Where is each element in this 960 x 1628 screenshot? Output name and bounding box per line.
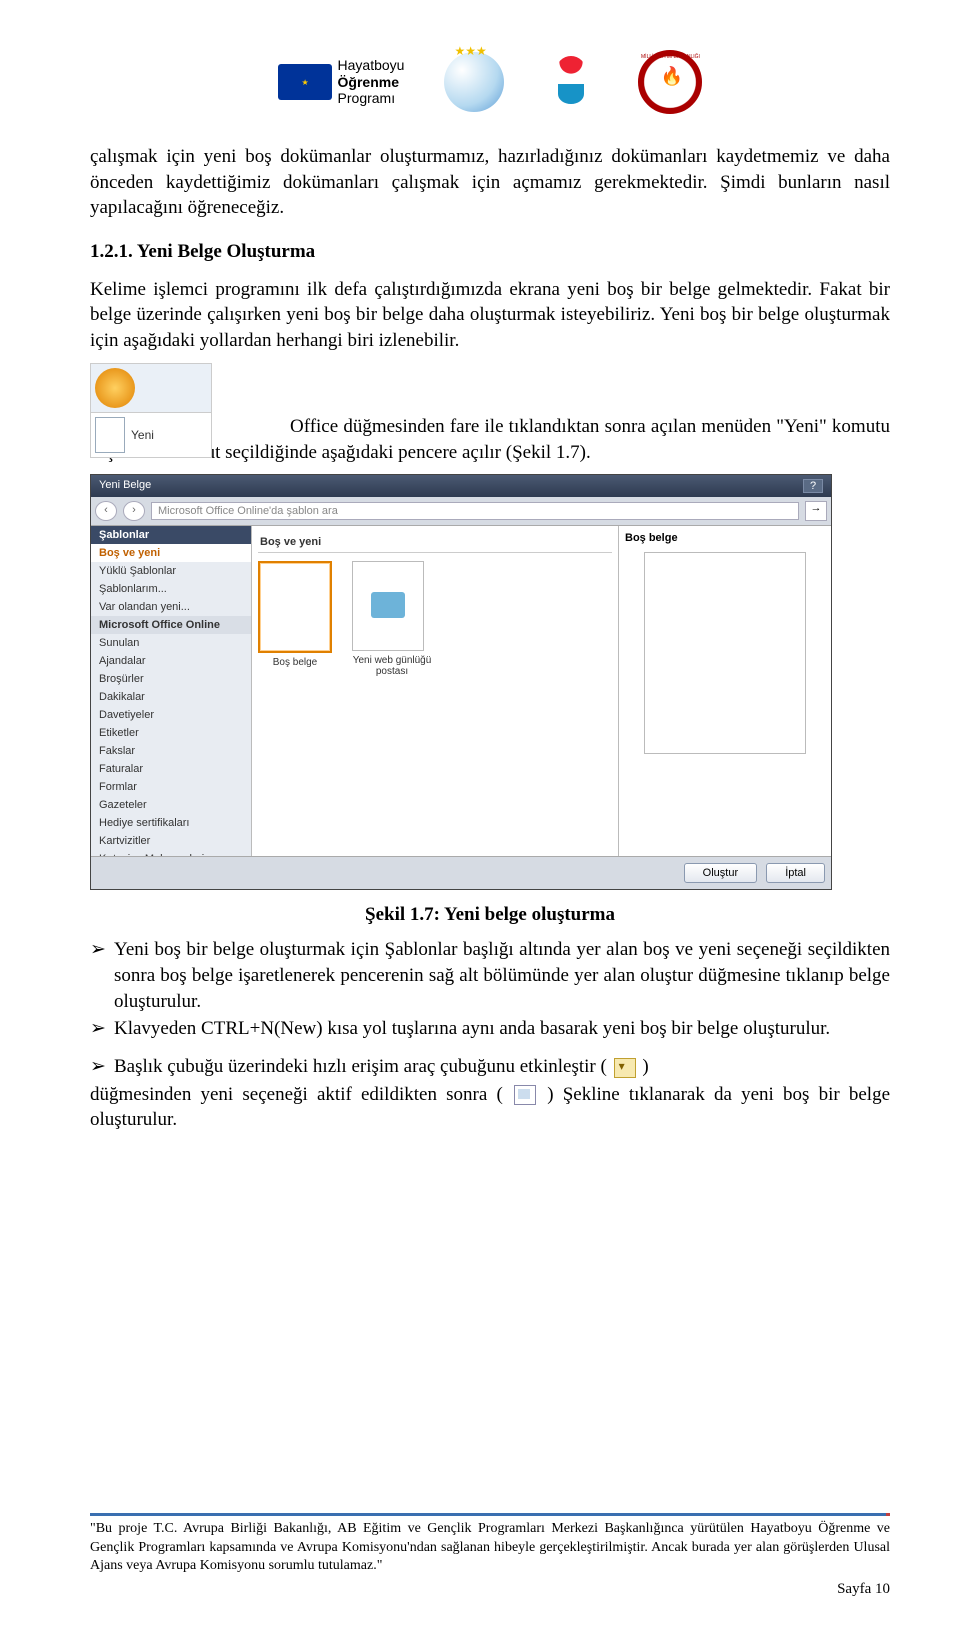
sidebar-item[interactable]: Gazeteler <box>91 796 251 814</box>
blog-post-icon <box>352 561 424 651</box>
header-logos: Hayatboyu Öğrenme Programı MİLLİ EĞİTİM … <box>90 50 890 114</box>
search-go-icon[interactable]: → <box>805 501 827 521</box>
thumb-new-blog-post[interactable]: Yeni web günlüğü postası <box>352 561 432 677</box>
dialog-sidebar: Şablonlar Boş ve yeni Yüklü Şablonlar Şa… <box>91 526 252 856</box>
intro-paragraph: çalışmak için yeni boş dokümanlar oluştu… <box>90 144 890 221</box>
create-button[interactable]: Oluştur <box>684 863 757 883</box>
main-heading: Boş ve yeni <box>258 532 612 553</box>
eu-flag-icon <box>278 64 332 100</box>
close-icon[interactable]: ? <box>803 479 823 493</box>
footer-disclaimer: "Bu proje T.C. Avrupa Birliği Bakanlığı,… <box>90 1520 890 1575</box>
bullet-2-text: Klavyeden CTRL+N(New) kısa yol tuşlarına… <box>114 1016 890 1042</box>
office-menu-label: Yeni <box>131 428 154 442</box>
office-button-icon <box>95 368 135 408</box>
nav-forward-icon[interactable]: › <box>123 501 145 521</box>
section-paragraph: Kelime işlemci programını ilk defa çalış… <box>90 277 890 354</box>
sidebar-item[interactable]: Hediye sertifikaları <box>91 814 251 832</box>
thumb-blank-label: Boş belge <box>258 657 332 668</box>
sidebar-item-from-existing[interactable]: Var olandan yeni... <box>91 598 251 616</box>
dialog-footer: Oluştur İptal <box>91 856 831 889</box>
sidebar-item-blank-new[interactable]: Boş ve yeni <box>91 544 251 562</box>
new-document-icon <box>95 417 125 453</box>
sidebar-item[interactable]: Kartvizitler <box>91 832 251 850</box>
bullet-icon: ➢ <box>90 1016 114 1042</box>
page-footer: "Bu proje T.C. Avrupa Birliği Bakanlığı,… <box>90 1513 890 1598</box>
footer-rule <box>90 1513 890 1516</box>
figure-caption: Şekil 1.7: Yeni belge oluşturma <box>90 902 890 928</box>
new-document-dialog: Yeni Belge ? ‹ › Microsoft Office Online… <box>90 474 832 890</box>
bullet-3-continuation: düğmesinden yeni seçeneği aktif edildikt… <box>90 1082 890 1133</box>
preview-heading: Boş belge <box>625 532 825 544</box>
dialog-preview-pane: Boş belge <box>618 526 831 856</box>
dialog-toolbar: ‹ › Microsoft Office Online'da şablon ar… <box>91 497 831 526</box>
office-menu-item: Yeni <box>91 412 211 457</box>
thumb-blank-document[interactable]: Boş belge <box>258 561 332 677</box>
bullet-icon: ➢ <box>90 937 114 1014</box>
logo-tulip-icon <box>544 52 598 112</box>
sidebar-item[interactable]: Faturalar <box>91 760 251 778</box>
logo-globe-icon <box>444 52 504 112</box>
bullet-2: ➢ Klavyeden CTRL+N(New) kısa yol tuşları… <box>90 1016 890 1042</box>
sidebar-item-mytemplates[interactable]: Şablonlarım... <box>91 580 251 598</box>
section-heading: 1.2.1. Yeni Belge Oluşturma <box>90 239 890 265</box>
sidebar-item[interactable]: Fakslar <box>91 742 251 760</box>
preview-box-icon <box>644 552 806 754</box>
sidebar-header: Şablonlar <box>91 526 251 544</box>
new-document-qat-icon <box>514 1085 536 1105</box>
bullet-3-text: Başlık çubuğu üzerindeki hızlı erişim ar… <box>114 1054 890 1080</box>
bullet-1: ➢ Yeni boş bir belge oluşturmak için Şab… <box>90 937 890 1014</box>
cancel-button[interactable]: İptal <box>766 863 825 883</box>
office-menu-snippet: Yeni <box>90 363 212 458</box>
customize-qat-icon <box>614 1058 636 1078</box>
sidebar-item[interactable]: Davetiyeler <box>91 706 251 724</box>
dialog-title-text: Yeni Belge <box>99 479 151 493</box>
search-input[interactable]: Microsoft Office Online'da şablon ara <box>151 502 799 520</box>
logo-meb-icon: MİLLİ EĞİTİM BAKANLIĞI <box>638 50 702 114</box>
sidebar-item[interactable]: Ajandalar <box>91 652 251 670</box>
dialog-titlebar: Yeni Belge ? <box>91 475 831 497</box>
bullet-3: ➢ Başlık çubuğu üzerindeki hızlı erişim … <box>90 1054 890 1080</box>
sidebar-item[interactable]: Sunulan <box>91 634 251 652</box>
logo-meb-ring-text: MİLLİ EĞİTİM BAKANLIĞI <box>640 54 700 60</box>
logo-eu: Hayatboyu Öğrenme Programı <box>278 57 405 107</box>
sidebar-item-installed[interactable]: Yüklü Şablonlar <box>91 562 251 580</box>
sidebar-subheader-online: Microsoft Office Online <box>91 616 251 634</box>
logo-eu-text: Hayatboyu Öğrenme Programı <box>338 57 405 107</box>
sidebar-item[interactable]: Kırtasiye Malzemeleri <box>91 850 251 856</box>
page-number: Sayfa 10 <box>90 1581 890 1598</box>
nav-back-icon[interactable]: ‹ <box>95 501 117 521</box>
bullet-1-text: Yeni boş bir belge oluşturmak için Şablo… <box>114 937 890 1014</box>
sidebar-item[interactable]: Etiketler <box>91 724 251 742</box>
thumb-blog-label: Yeni web günlüğü postası <box>352 655 432 677</box>
blank-document-icon <box>258 561 332 653</box>
sidebar-item[interactable]: Formlar <box>91 778 251 796</box>
sidebar-item[interactable]: Dakikalar <box>91 688 251 706</box>
sidebar-item[interactable]: Broşürler <box>91 670 251 688</box>
dialog-main-area: Boş ve yeni Boş belge Yeni web günlüğü p… <box>252 526 618 856</box>
bullet-icon: ➢ <box>90 1054 114 1080</box>
